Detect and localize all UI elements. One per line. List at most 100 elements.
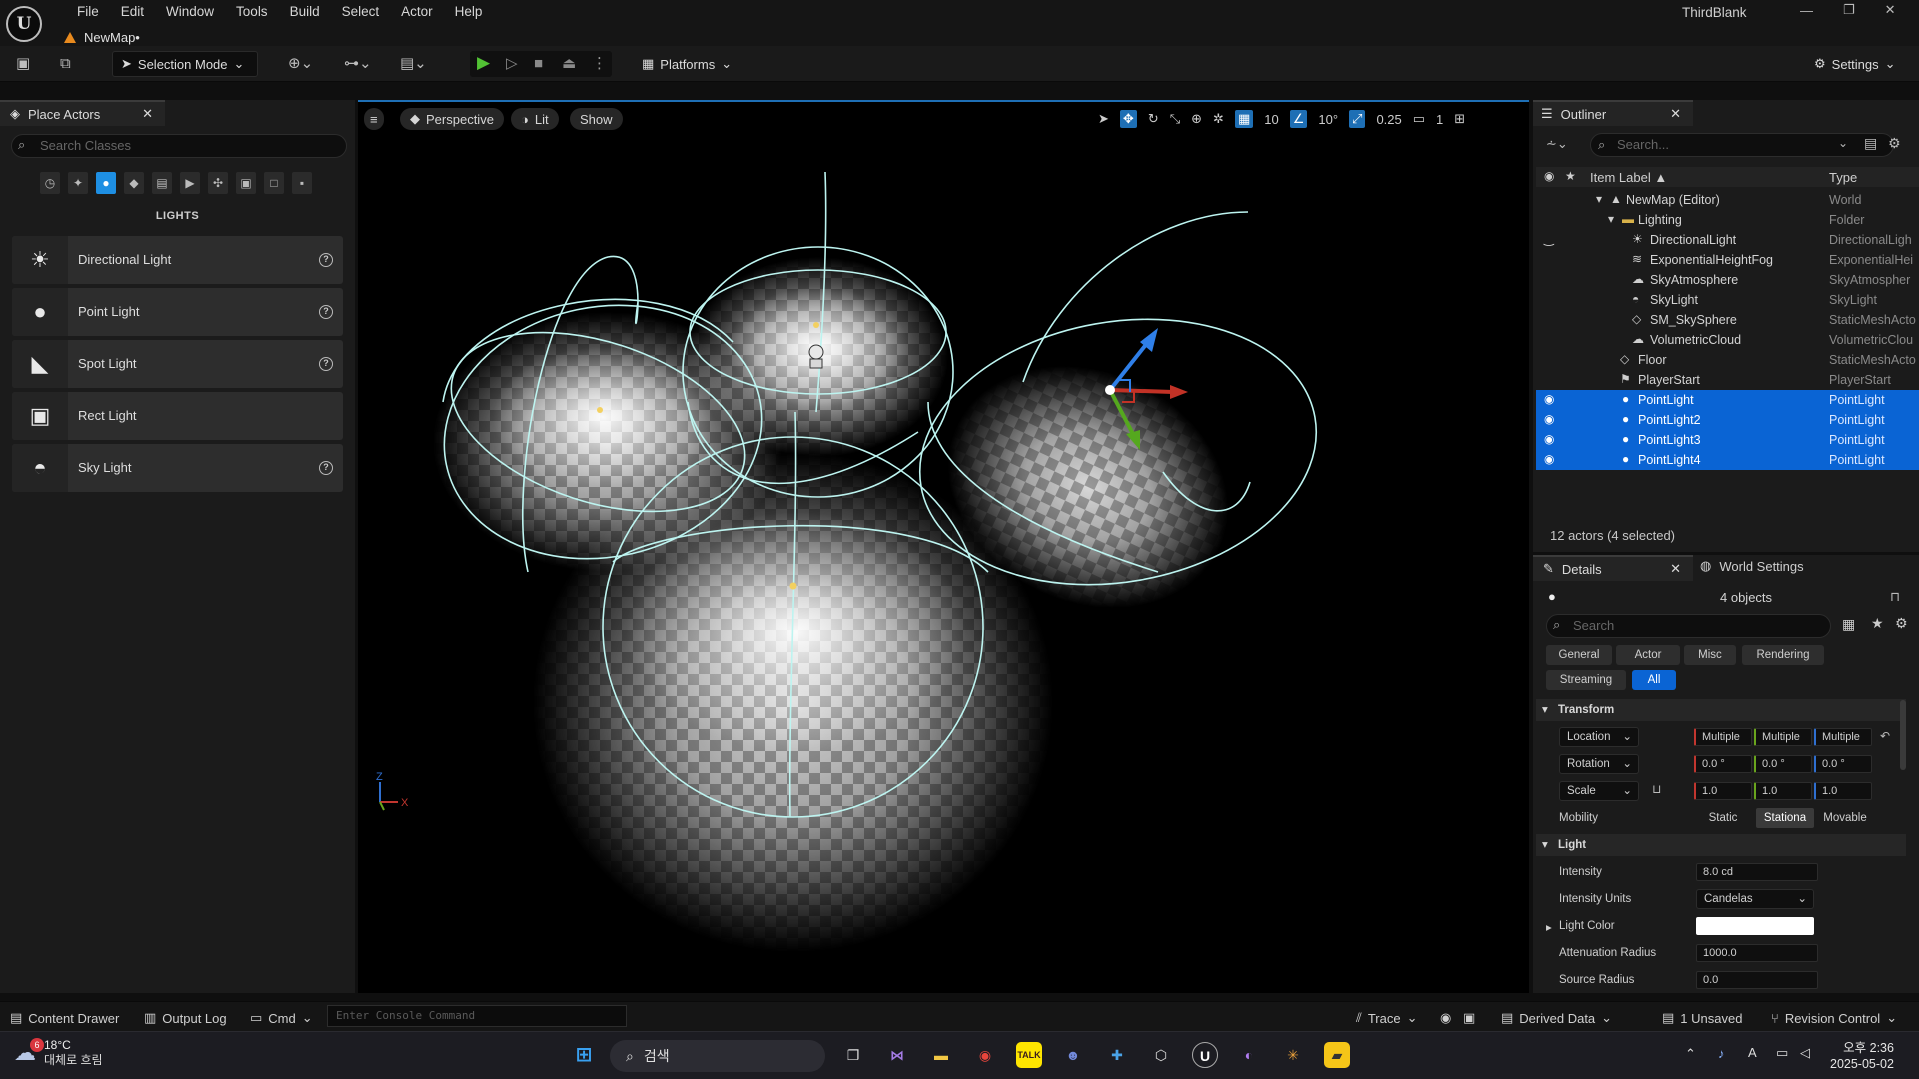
close-icon[interactable]: ✕	[142, 106, 153, 122]
settings-button[interactable]: ⚙ Settings ⌄	[1814, 56, 1896, 72]
menu-help[interactable]: Help	[444, 3, 494, 21]
expand-arrow-icon[interactable]: ▾	[1608, 212, 1614, 226]
camera-speed-value[interactable]: 1	[1436, 112, 1443, 127]
weather-widget[interactable]: ☁ 6 18°C 대체로 흐림	[14, 1038, 103, 1068]
visibility-icon[interactable]: ◉	[1544, 452, 1554, 466]
visual-effects-icon[interactable]: ▶	[180, 172, 200, 194]
outliner-row[interactable]: ≋ ExponentialHeightFog ExponentialHei	[1536, 250, 1919, 270]
network-icon[interactable]: ▭	[1776, 1045, 1788, 1061]
menu-select[interactable]: Select	[331, 3, 391, 21]
menu-tools[interactable]: Tools	[225, 3, 279, 21]
player-start-icon[interactable]	[808, 344, 824, 369]
filter-general[interactable]: General	[1546, 645, 1612, 665]
menu-edit[interactable]: Edit	[110, 3, 155, 21]
viewport-menu-button[interactable]: ≡	[364, 108, 384, 130]
intensity-units-dropdown[interactable]: Candelas ⌄	[1696, 889, 1814, 909]
transform-section[interactable]: ▾ Transform	[1536, 699, 1906, 721]
more-options-icon[interactable]: ⋮	[592, 55, 607, 73]
visual-studio-icon[interactable]: ⋈	[884, 1042, 910, 1068]
outliner-row[interactable]: ◓ SkyLight SkyLight	[1536, 290, 1919, 310]
mobility-movable[interactable]: Movable	[1816, 808, 1874, 828]
unreal-taskbar-icon[interactable]: U	[1192, 1042, 1218, 1068]
ime-icon[interactable]: A	[1748, 1045, 1757, 1060]
chevron-down-icon[interactable]: ⌄	[1838, 136, 1848, 150]
outliner-row[interactable]: ⚑ PlayerStart PlayerStart	[1536, 370, 1919, 390]
scale-snap-icon[interactable]: ⤢	[1349, 110, 1366, 128]
menu-window[interactable]: Window	[155, 3, 225, 21]
outliner-row[interactable]: ◉ ● PointLight3 PointLight	[1536, 430, 1919, 450]
taskbar-search[interactable]: ⌕ 검색	[610, 1040, 825, 1072]
world-space-icon[interactable]: ⊕	[1191, 111, 1202, 127]
place-point-light[interactable]: ● Point Light ?	[12, 288, 343, 336]
expand-arrow-icon[interactable]: ▸	[1546, 920, 1552, 934]
rotation-y-field[interactable]: 0.0 °	[1754, 755, 1812, 773]
light-color-swatch[interactable]	[1696, 917, 1814, 935]
visibility-icon[interactable]: ◉	[1544, 392, 1554, 406]
chrome-icon[interactable]: ◉	[972, 1042, 998, 1068]
filter-icon[interactable]: ⩪⌄	[1546, 136, 1568, 152]
unsaved-button[interactable]: ▤ 1 Unsaved	[1662, 1010, 1742, 1026]
revision-control-button[interactable]: ⑂ Revision Control ⌄	[1771, 1010, 1897, 1026]
select-tool-icon[interactable]: ➤	[1098, 111, 1109, 127]
outliner-row[interactable]: ☁ SkyAtmosphere SkyAtmospher	[1536, 270, 1919, 290]
location-z-field[interactable]: Multiple	[1814, 728, 1872, 746]
type-column[interactable]: Type	[1829, 170, 1857, 185]
kakaotalk-icon[interactable]: TALK	[1016, 1042, 1042, 1068]
level-viewport[interactable]: Z X ≡ ◆ Perspective ◑ Lit Show ➤ ✥ ↻ ⤡ ⊕…	[358, 100, 1529, 993]
step-icon[interactable]: ▷	[506, 55, 518, 73]
menu-actor[interactable]: Actor	[390, 3, 444, 21]
stop-icon[interactable]: ■	[534, 55, 543, 73]
slack-icon[interactable]: ✳	[1280, 1042, 1306, 1068]
place-sky-light[interactable]: ◓ Sky Light ?	[12, 444, 343, 492]
menu-file[interactable]: File	[66, 3, 110, 21]
item-label-column[interactable]: Item Label ▲	[1590, 170, 1667, 185]
world-settings-tab[interactable]: ◍ World Settings	[1700, 558, 1804, 574]
mobility-static[interactable]: Static	[1694, 808, 1752, 828]
content-browser-icon[interactable]: ⧉	[60, 55, 71, 73]
star-icon[interactable]: ★	[1871, 615, 1884, 632]
scale-z-field[interactable]: 1.0	[1814, 782, 1872, 800]
system-clock[interactable]: 오후 2:36 2025-05-02	[1830, 1040, 1894, 1072]
cinematic-icon[interactable]: ▤	[152, 172, 172, 194]
filter-rendering[interactable]: Rendering	[1742, 645, 1824, 665]
details-tab[interactable]: ✎ Details ✕	[1533, 555, 1693, 581]
outliner-row[interactable]: ☁ VolumetricCloud VolumetricClou	[1536, 330, 1919, 350]
shapes-icon[interactable]: ◆	[124, 172, 144, 194]
scale-y-field[interactable]: 1.0	[1754, 782, 1812, 800]
filter-all[interactable]: All	[1632, 670, 1676, 690]
rotation-dropdown[interactable]: Rotation ⌄	[1559, 754, 1639, 774]
outliner-tab[interactable]: ☰ Outliner ✕	[1533, 100, 1693, 126]
place-directional-light[interactable]: ☀ Directional Light ?	[12, 236, 343, 284]
play-icon[interactable]: ▶	[477, 54, 490, 72]
intensity-field[interactable]: 8.0 cd	[1696, 863, 1818, 881]
help-icon[interactable]: ?	[319, 461, 333, 475]
location-dropdown[interactable]: Location ⌄	[1559, 727, 1639, 747]
add-folder-icon[interactable]: ▤	[1864, 135, 1877, 152]
github-icon[interactable]: ◐	[1236, 1042, 1262, 1068]
search-classes-input[interactable]: Search Classes	[11, 134, 347, 158]
lights-category-icon[interactable]: ●	[96, 172, 116, 194]
place-rect-light[interactable]: ▣ Rect Light	[12, 392, 343, 440]
close-icon[interactable]: ✕	[1670, 106, 1681, 122]
help-icon[interactable]: ?	[319, 253, 333, 267]
filter-misc[interactable]: Misc	[1684, 645, 1736, 665]
basic-icon[interactable]: ✦	[68, 172, 88, 194]
blueprint-icon[interactable]: ⊶⌄	[344, 55, 372, 73]
outliner-row[interactable]: ◉ ● PointLight2 PointLight	[1536, 410, 1919, 430]
add-actor-icon[interactable]: ⊕⌄	[288, 55, 313, 73]
surface-snap-icon[interactable]: ✲	[1213, 111, 1224, 127]
outliner-row[interactable]: ▾ ▲ NewMap (Editor) World	[1536, 190, 1919, 210]
visibility-icon[interactable]: ◉	[1544, 412, 1554, 426]
unity-icon[interactable]: ⬡	[1148, 1042, 1174, 1068]
discord-icon[interactable]: ☻	[1060, 1042, 1086, 1068]
scale-snap-value[interactable]: 0.25	[1376, 112, 1401, 127]
grid-snap-icon[interactable]: ▦	[1234, 110, 1254, 128]
platforms-button[interactable]: ▦ Platforms ⌄	[642, 56, 732, 72]
outliner-row[interactable]: ◉ ● PointLight4 PointLight	[1536, 450, 1919, 470]
scale-x-field[interactable]: 1.0	[1694, 782, 1752, 800]
lit-button[interactable]: ◑ Lit	[511, 108, 559, 130]
task-view-icon[interactable]: ❐	[840, 1042, 866, 1068]
expand-arrow-icon[interactable]: ▾	[1596, 192, 1602, 206]
volumes-icon[interactable]: ▣	[236, 172, 256, 194]
selection-mode-dropdown[interactable]: ➤ Selection Mode ⌄	[112, 51, 258, 77]
